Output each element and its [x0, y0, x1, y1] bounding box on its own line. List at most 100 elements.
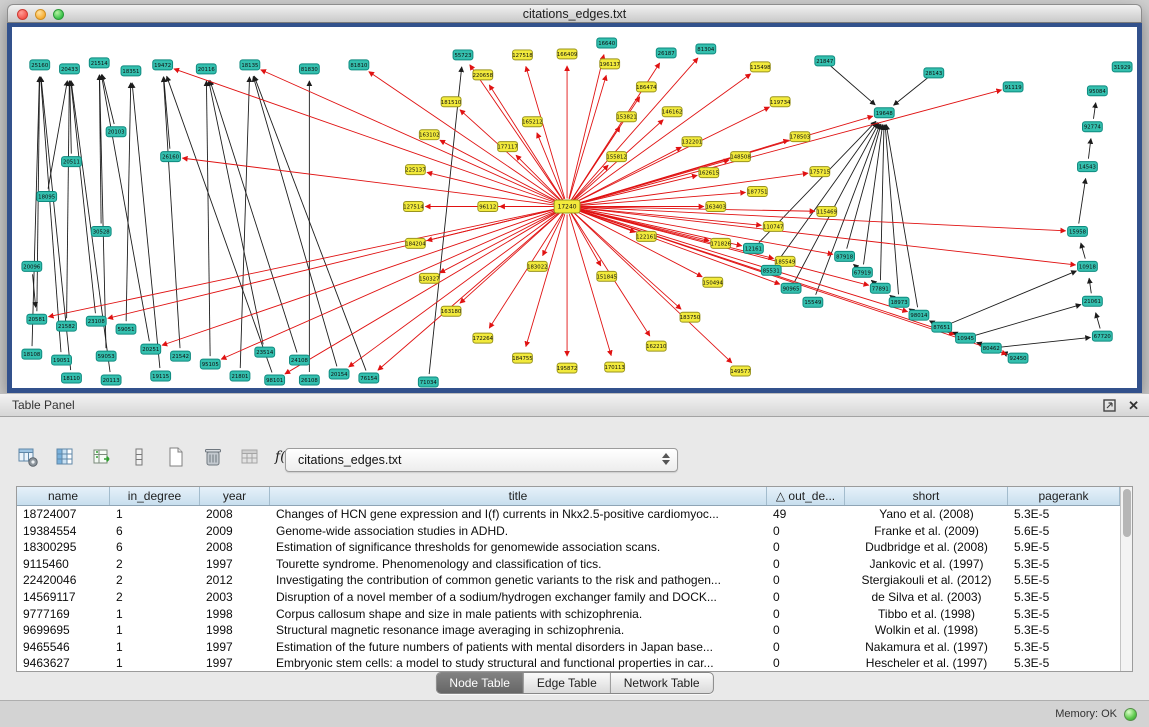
citation-edge-red[interactable] — [543, 214, 564, 256]
citation-edge-red[interactable] — [378, 212, 561, 371]
table-row[interactable]: 946554611997Estimation of the future num… — [17, 639, 1120, 656]
table-row[interactable]: 911546021997Tourette syndrome. Phenomeno… — [17, 556, 1120, 573]
close-window-icon[interactable] — [17, 9, 28, 20]
network-node[interactable]: 19115 — [151, 371, 171, 381]
table-row[interactable]: 946362711997Embryonic stem cells: a mode… — [17, 655, 1120, 672]
network-node[interactable]: 166409 — [557, 49, 578, 59]
network-node[interactable]: 91119 — [1003, 82, 1023, 92]
column-header-year[interactable]: year — [200, 487, 270, 505]
network-node[interactable]: 76154 — [359, 373, 379, 383]
network-node[interactable]: 81830 — [299, 64, 319, 74]
network-node[interactable]: 23514 — [255, 347, 275, 357]
network-node[interactable]: 87651 — [932, 322, 952, 332]
network-node[interactable]: 151845 — [597, 271, 617, 281]
citation-edge-black[interactable] — [71, 81, 96, 313]
network-node[interactable]: 155812 — [606, 152, 626, 162]
column-header-short[interactable]: short — [845, 487, 1008, 505]
network-node[interactable]: 20251 — [141, 344, 161, 354]
network-graph[interactable]: 1724016340317182615049418375016221017011… — [12, 27, 1137, 388]
network-node[interactable]: 170113 — [604, 362, 624, 372]
network-node[interactable]: 26187 — [656, 48, 676, 58]
network-node[interactable]: 184755 — [512, 353, 532, 363]
network-node[interactable]: 20103 — [106, 127, 126, 137]
citation-edge-black[interactable] — [70, 81, 72, 154]
network-node[interactable]: 30528 — [91, 226, 111, 236]
citation-edge-red[interactable] — [574, 147, 681, 203]
citation-edge-black[interactable] — [209, 81, 263, 345]
citation-edge-black[interactable] — [253, 76, 337, 366]
network-node[interactable]: 18973 — [889, 297, 909, 307]
network-node[interactable]: 67919 — [853, 267, 873, 277]
network-node[interactable]: 21847 — [815, 56, 835, 66]
tab-edge-table[interactable]: Edge Table — [524, 673, 611, 693]
network-node[interactable]: 220658 — [473, 70, 494, 80]
network-node[interactable]: 87918 — [835, 251, 855, 261]
network-node[interactable]: 127514 — [403, 202, 424, 212]
network-node[interactable]: 80462 — [981, 343, 1001, 353]
network-node[interactable]: 150494 — [703, 277, 724, 287]
network-node[interactable]: 115498 — [750, 62, 771, 72]
network-node[interactable]: 153821 — [616, 112, 636, 122]
minimize-window-icon[interactable] — [35, 9, 46, 20]
citation-edge-black[interactable] — [949, 271, 1076, 324]
citation-edge-black[interactable] — [102, 75, 114, 124]
network-node[interactable]: 122161 — [636, 231, 656, 241]
add-column-button[interactable] — [88, 443, 116, 471]
citation-edge-red[interactable] — [575, 173, 808, 205]
network-node[interactable]: 15549 — [803, 297, 823, 307]
citation-edge-black[interactable] — [894, 78, 928, 105]
citation-edge-red[interactable] — [182, 158, 559, 205]
network-node[interactable]: 21542 — [171, 351, 191, 361]
network-node[interactable]: 127518 — [512, 50, 533, 60]
network-node[interactable]: 26108 — [299, 375, 319, 385]
network-node[interactable]: 183022 — [527, 261, 547, 271]
network-node[interactable]: 187751 — [747, 187, 767, 197]
network-node[interactable]: 55723 — [453, 50, 473, 60]
citation-edge-black[interactable] — [973, 305, 1081, 336]
citation-edge-black[interactable] — [999, 337, 1090, 347]
scrollbar-thumb[interactable] — [1123, 489, 1131, 537]
network-node[interactable]: 175715 — [810, 167, 830, 177]
network-node[interactable]: 10918 — [1078, 261, 1098, 271]
float-panel-icon[interactable] — [1103, 399, 1116, 412]
table-row[interactable]: 2242004622012Investigating the contribut… — [17, 572, 1120, 589]
network-node[interactable]: 20096 — [22, 261, 42, 271]
network-node[interactable]: 196137 — [599, 59, 619, 69]
network-node[interactable]: 150327 — [419, 273, 439, 283]
citation-edge-red[interactable] — [569, 214, 611, 355]
zoom-window-icon[interactable] — [53, 9, 64, 20]
network-node[interactable]: 12161 — [743, 243, 763, 253]
citation-edge-red[interactable] — [261, 70, 560, 204]
network-node[interactable]: 184204 — [405, 238, 426, 248]
network-node[interactable]: 119734 — [770, 97, 791, 107]
network-node[interactable]: 178503 — [790, 132, 810, 142]
network-node[interactable]: 67720 — [1092, 331, 1112, 341]
network-node[interactable]: 177117 — [497, 142, 517, 152]
citation-edge-red[interactable] — [526, 66, 565, 198]
network-node[interactable]: 163180 — [441, 306, 462, 316]
network-node[interactable]: 149577 — [730, 366, 750, 376]
table-select-dropdown[interactable]: citations_edges.txt — [285, 448, 678, 472]
citation-edge-black[interactable] — [886, 125, 917, 308]
tab-node-table[interactable]: Node Table — [436, 673, 524, 693]
network-node[interactable]: 10945 — [956, 333, 976, 343]
citation-edge-black[interactable] — [847, 124, 881, 248]
network-node[interactable]: 59051 — [116, 324, 136, 334]
network-node[interactable]: 18351 — [121, 66, 141, 76]
citation-edge-black[interactable] — [1079, 178, 1086, 223]
table-mode-button[interactable] — [14, 443, 42, 471]
network-node[interactable]: 92450 — [1008, 353, 1028, 363]
citation-edge-black[interactable] — [67, 81, 70, 318]
network-node[interactable]: 24108 — [290, 355, 310, 365]
network-node[interactable]: 71034 — [418, 377, 438, 387]
citation-edge-red[interactable] — [569, 75, 606, 199]
network-node[interactable]: 15958 — [1068, 226, 1088, 236]
citation-edge-black[interactable] — [1093, 103, 1095, 119]
column-visibility-button[interactable] — [51, 443, 79, 471]
citation-edge-black[interactable] — [1081, 243, 1085, 259]
network-node[interactable]: 171826 — [710, 238, 731, 248]
citation-edge-red[interactable] — [174, 69, 560, 204]
network-node[interactable]: 85531 — [761, 265, 781, 275]
network-node[interactable]: 14543 — [1078, 162, 1098, 172]
row-height-button[interactable] — [125, 443, 153, 471]
